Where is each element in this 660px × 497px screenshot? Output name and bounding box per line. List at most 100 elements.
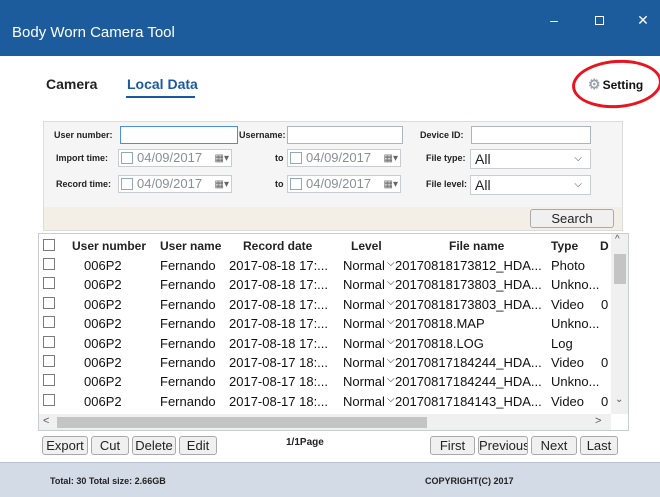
table-row[interactable]: 006P2 Fernando 2017-08-17 18:... Normal ⌵ 201… bbox=[39, 372, 628, 391]
select-all-checkbox[interactable] bbox=[43, 239, 55, 251]
minimize-icon: – bbox=[550, 12, 558, 28]
cell-level[interactable]: Normal bbox=[343, 336, 385, 351]
file-level-select[interactable]: All ⌵ bbox=[470, 175, 591, 195]
file-level-label: File level: bbox=[426, 179, 468, 189]
cell-user-number: 006P2 bbox=[84, 258, 122, 273]
previous-page-button[interactable]: Previous bbox=[478, 436, 528, 455]
chevron-down-icon[interactable]: ⌵ bbox=[387, 316, 395, 327]
next-page-button[interactable]: Next bbox=[531, 436, 577, 455]
username-input[interactable] bbox=[287, 126, 403, 144]
chevron-down-icon[interactable]: ⌵ bbox=[387, 374, 395, 385]
table-row[interactable]: 006P2 Fernando 2017-08-17 18:... Normal ⌵ 201… bbox=[39, 392, 628, 411]
cell-level[interactable]: Normal bbox=[343, 258, 385, 273]
table-row[interactable]: 006P2 Fernando 2017-08-18 17:... Normal ⌵ 201… bbox=[39, 275, 628, 294]
row-checkbox[interactable] bbox=[43, 277, 55, 290]
cell-d: 0 bbox=[601, 355, 609, 370]
calendar-icon[interactable]: ▦▾ bbox=[215, 151, 229, 167]
chevron-down-icon[interactable]: ⌵ bbox=[387, 297, 395, 308]
table-row[interactable]: 006P2 Fernando 2017-08-17 18:... Normal ⌵ 201… bbox=[39, 353, 628, 372]
vertical-scrollbar[interactable]: ^ ⌄ bbox=[611, 234, 628, 414]
row-checkbox[interactable] bbox=[43, 316, 55, 329]
tab-camera[interactable]: Camera bbox=[46, 76, 97, 92]
calendar-icon[interactable]: ▦▾ bbox=[215, 177, 229, 193]
chevron-down-icon[interactable]: ⌵ bbox=[387, 277, 395, 288]
cell-level[interactable]: Normal bbox=[343, 277, 385, 292]
chevron-down-icon[interactable]: ⌵ bbox=[387, 336, 395, 347]
cell-type: Log bbox=[551, 335, 573, 351]
horizontal-scroll-thumb[interactable] bbox=[57, 417, 427, 428]
user-number-input[interactable] bbox=[120, 126, 238, 144]
horizontal-scrollbar[interactable]: < > bbox=[39, 414, 611, 430]
scroll-up-icon[interactable]: ^ bbox=[615, 234, 620, 245]
scroll-right-icon[interactable]: > bbox=[595, 415, 601, 427]
cell-type: Unkno... bbox=[551, 316, 600, 332]
cell-level[interactable]: Normal bbox=[343, 394, 385, 409]
row-checkbox[interactable] bbox=[43, 335, 55, 348]
clipped-window-above bbox=[0, 0, 660, 8]
row-checkbox[interactable] bbox=[43, 393, 55, 406]
table-row[interactable]: 006P2 Fernando 2017-08-18 17:... Normal ⌵ 201… bbox=[39, 314, 628, 333]
delete-button[interactable]: Delete bbox=[132, 436, 176, 455]
scroll-down-icon[interactable]: ⌄ bbox=[615, 394, 623, 405]
row-checkbox[interactable] bbox=[43, 355, 55, 367]
first-page-button[interactable]: First bbox=[430, 436, 475, 455]
file-type-select[interactable]: All ⌵ bbox=[470, 149, 591, 169]
scroll-left-icon[interactable]: < bbox=[43, 415, 49, 427]
cell-d: 0 bbox=[601, 393, 609, 409]
record-to-checkbox[interactable] bbox=[290, 178, 302, 190]
search-button[interactable]: Search bbox=[530, 209, 614, 228]
row-checkbox[interactable] bbox=[43, 296, 55, 309]
cell-user-name: Fernando bbox=[160, 393, 216, 409]
record-from-date[interactable]: 04/09/2017 ▦▾ bbox=[118, 175, 232, 193]
calendar-icon[interactable]: ▦▾ bbox=[384, 177, 398, 193]
cell-user-name: Fernando bbox=[160, 277, 216, 293]
tab-local-data[interactable]: Local Data bbox=[127, 76, 198, 92]
edit-button[interactable]: Edit bbox=[179, 436, 217, 455]
cell-level[interactable]: Normal bbox=[343, 355, 385, 370]
record-from-checkbox[interactable] bbox=[121, 178, 133, 190]
column-user-number[interactable]: User number bbox=[72, 239, 146, 253]
status-footer: Total: 30 Total size: 2.66GB COPYRIGHT(C… bbox=[0, 462, 660, 497]
column-file-name[interactable]: File name bbox=[449, 239, 504, 253]
row-checkbox[interactable] bbox=[43, 374, 55, 387]
cell-type: Video bbox=[551, 393, 585, 409]
import-to-checkbox[interactable] bbox=[290, 152, 302, 164]
table-header: User number User name Record date Level … bbox=[39, 234, 628, 256]
column-record-date[interactable]: Record date bbox=[243, 239, 312, 253]
cell-record-date: 2017-08-18 17:... bbox=[229, 316, 329, 332]
close-button[interactable]: ✕ bbox=[625, 10, 660, 34]
record-to-date[interactable]: 04/09/2017 ▦▾ bbox=[287, 175, 401, 193]
cell-level[interactable]: Normal bbox=[343, 297, 385, 312]
chevron-down-icon[interactable]: ⌵ bbox=[387, 394, 395, 405]
column-user-name[interactable]: User name bbox=[160, 239, 221, 253]
minimize-button[interactable]: – bbox=[536, 10, 572, 34]
chevron-down-icon[interactable]: ⌵ bbox=[387, 355, 395, 366]
import-to-date[interactable]: 04/09/2017 ▦▾ bbox=[287, 149, 401, 167]
cell-file-name: 20170817184143_HDA... bbox=[395, 393, 542, 409]
cell-file-name: 20170817184244_HDA... bbox=[395, 374, 542, 390]
import-from-date[interactable]: 04/09/2017 ▦▾ bbox=[118, 149, 232, 167]
column-level[interactable]: Level bbox=[351, 239, 382, 253]
vertical-scroll-thumb[interactable] bbox=[614, 254, 626, 284]
column-type[interactable]: Type bbox=[551, 239, 578, 253]
chevron-down-icon[interactable]: ⌵ bbox=[387, 258, 395, 269]
import-from-checkbox[interactable] bbox=[121, 152, 133, 164]
cell-level[interactable]: Normal bbox=[343, 374, 385, 389]
row-checkbox[interactable] bbox=[43, 258, 55, 270]
table-row[interactable]: 006P2 Fernando 2017-08-18 17:... Normal ⌵ 201… bbox=[39, 334, 628, 353]
last-page-button[interactable]: Last bbox=[580, 436, 618, 455]
cell-record-date: 2017-08-18 17:... bbox=[229, 277, 329, 293]
table-row[interactable]: 006P2 Fernando 2017-08-18 17:... Normal ⌵ 201… bbox=[39, 256, 628, 275]
cell-level[interactable]: Normal bbox=[343, 316, 385, 331]
column-d[interactable]: D bbox=[600, 239, 609, 253]
username-label: Username: bbox=[239, 130, 286, 140]
cell-type: Photo bbox=[551, 258, 585, 273]
export-button[interactable]: Export bbox=[42, 436, 88, 455]
chevron-down-icon: ⌵ bbox=[574, 153, 582, 164]
calendar-icon[interactable]: ▦▾ bbox=[384, 151, 398, 167]
device-id-input[interactable] bbox=[471, 126, 591, 144]
table-row[interactable]: 006P2 Fernando 2017-08-18 17:... Normal ⌵ 201… bbox=[39, 295, 628, 314]
record-to-label: to bbox=[275, 179, 284, 189]
maximize-button[interactable] bbox=[581, 10, 617, 34]
cut-button[interactable]: Cut bbox=[91, 436, 129, 455]
